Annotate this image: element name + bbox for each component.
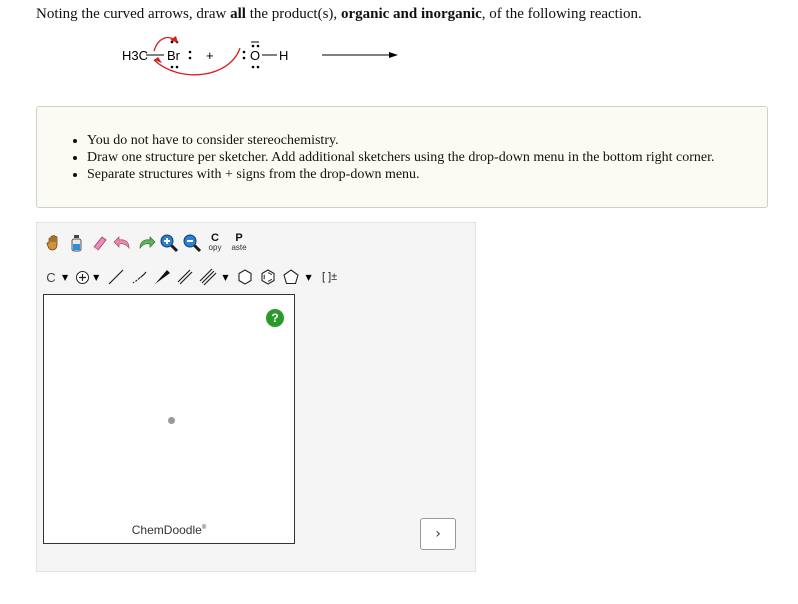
drawing-canvas[interactable]: ? ChemDoodle®: [43, 294, 295, 544]
br-lone-pair: [188, 50, 192, 54]
canvas-atom-dot: [168, 417, 175, 424]
bromine-atom: Br: [167, 48, 181, 63]
instructions-list: You do not have to consider stereochemis…: [37, 132, 715, 183]
reaction-scheme: H3C Br + O H: [122, 36, 398, 76]
charge-plus-icon[interactable]: [74, 266, 90, 288]
benzene-icon[interactable]: [257, 266, 279, 288]
help-icon[interactable]: ?: [266, 309, 284, 327]
ring-dropdown-arrow[interactable]: ▼: [305, 273, 311, 282]
cyclohexane-icon[interactable]: [234, 266, 256, 288]
instruction-item: Separate structures with + signs from th…: [87, 166, 715, 183]
triple-bond-icon[interactable]: [197, 266, 219, 288]
bond-dropdown-arrow[interactable]: ▼: [222, 273, 228, 282]
paste-button[interactable]: P aste: [228, 232, 250, 254]
chemdoodle-brand: ChemDoodle®: [131, 523, 207, 537]
single-bond-icon[interactable]: [105, 266, 127, 288]
instruction-item: You do not have to consider stereochemis…: [87, 132, 715, 149]
oxygen-atom: O: [250, 48, 260, 63]
sketcher-panel: C opy P aste C ▼ ▼ ▼ ▼ []± ? ChemDoodle…: [36, 222, 476, 572]
copy-button[interactable]: C opy: [204, 232, 226, 254]
instruction-item: Draw one structure per sketcher. Add add…: [87, 149, 715, 166]
methyl-group: H3C: [122, 48, 148, 63]
clear-bottle-icon[interactable]: [66, 232, 88, 254]
charge-bracket-button[interactable]: [ ]±: [318, 266, 342, 288]
zoom-in-icon[interactable]: [158, 232, 180, 254]
undo-icon[interactable]: [112, 232, 134, 254]
hydrogen-atom: H: [279, 48, 288, 63]
double-bond-icon[interactable]: [174, 266, 196, 288]
add-sketcher-dropdown[interactable]: ›: [420, 518, 456, 550]
atom-dropdown-arrow[interactable]: ▼: [62, 273, 68, 282]
cyclopentane-icon[interactable]: [280, 266, 302, 288]
atom-label-button[interactable]: C: [43, 266, 59, 288]
eraser-icon[interactable]: [89, 232, 111, 254]
instructions-box: You do not have to consider stereochemis…: [36, 106, 768, 208]
charge-dropdown-arrow[interactable]: ▼: [93, 273, 99, 282]
chevron-right-icon: ›: [435, 526, 441, 542]
plus-sign: +: [206, 48, 214, 63]
zoom-out-icon[interactable]: [181, 232, 203, 254]
hashed-bond-icon[interactable]: [128, 266, 150, 288]
hand-icon[interactable]: [43, 232, 65, 254]
sketcher-toolbar-top: C opy P aste: [43, 232, 252, 254]
wedge-bond-icon[interactable]: [151, 266, 173, 288]
sketcher-toolbar-bottom: C ▼ ▼ ▼ ▼ [ ]±: [43, 266, 343, 288]
redo-icon[interactable]: [135, 232, 157, 254]
